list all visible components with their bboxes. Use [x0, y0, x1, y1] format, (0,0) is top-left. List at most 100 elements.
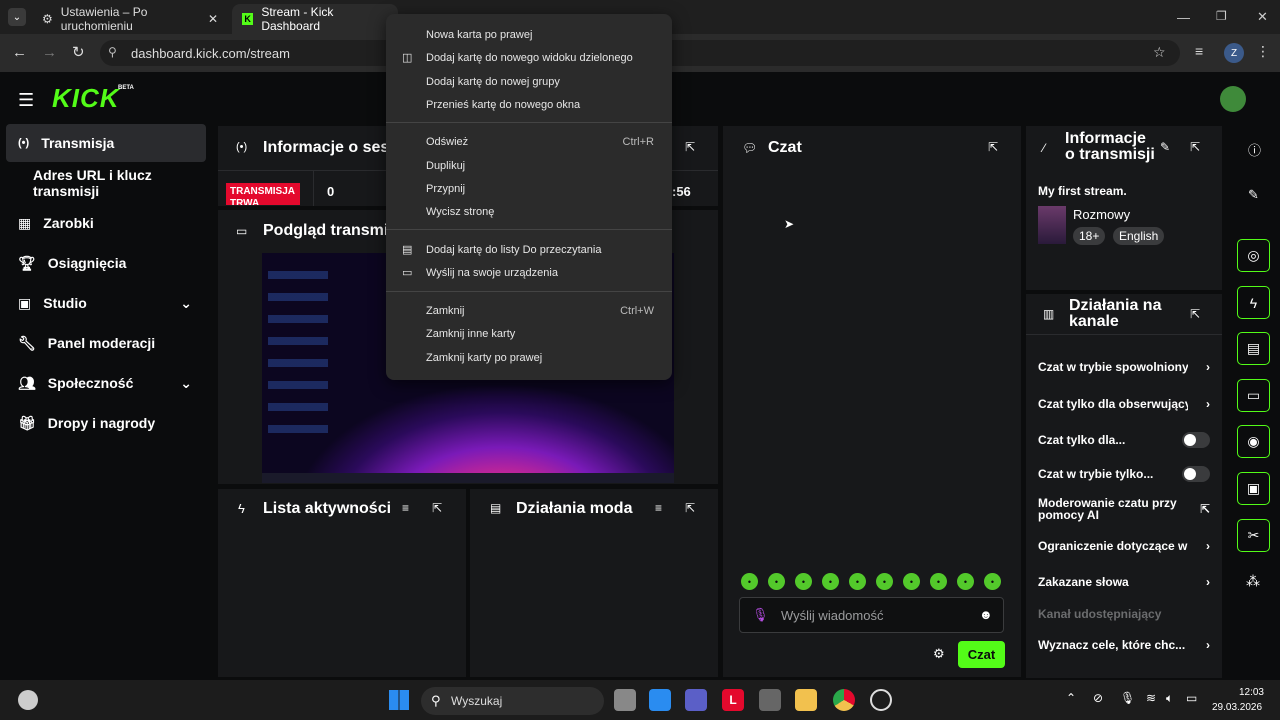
kick-logo[interactable]: KICK	[52, 83, 120, 114]
chat-input[interactable]: 🎙︎ Wyślij wiadomość ☻	[739, 597, 1004, 633]
send-chat-button[interactable]: Czat	[958, 641, 1005, 668]
document-icon[interactable]: ▤	[1237, 332, 1270, 365]
file-explorer-icon[interactable]	[795, 689, 817, 711]
user-avatar[interactable]	[1220, 86, 1246, 112]
tab-search-chevron-icon[interactable]: ⌄	[8, 8, 26, 26]
menu-item-move-to-window[interactable]: Przenieś kartę do nowego okna	[386, 93, 672, 116]
ai-moderation-row[interactable]: Moderowanie czatu przy pomocy AI ⇱	[1038, 496, 1210, 522]
emoji-icon[interactable]: ☻	[979, 607, 993, 622]
emote-icon[interactable]: •	[741, 573, 758, 590]
weather-icon[interactable]	[18, 690, 38, 710]
filter-icon[interactable]: ≡	[402, 501, 409, 515]
nav-item-stream-url-key[interactable]: Adres URL i klucz transmisji	[6, 164, 206, 202]
nav-item-panel-moderacji[interactable]: 🔧︎ Panel moderacji	[6, 324, 206, 362]
forward-arrow-icon[interactable]: →	[42, 44, 57, 61]
wrench-icon[interactable]: ✂	[1237, 519, 1270, 552]
menu-item-reload[interactable]: Odśwież Ctrl+R	[386, 130, 672, 153]
popout-icon[interactable]: ⇱	[1190, 307, 1200, 321]
nav-item-dropy[interactable]: 🎁︎ Dropy i nagrody	[6, 404, 206, 442]
maximize-icon[interactable]: ❐	[1216, 9, 1227, 23]
nav-item-transmisja[interactable]: (•) Transmisja	[6, 124, 206, 162]
menu-item-pin[interactable]: Przypnij	[386, 177, 672, 200]
edit-pencil-icon[interactable]: ✎	[1160, 140, 1170, 154]
info-icon[interactable]: ⓘ	[1248, 140, 1261, 159]
popout-icon[interactable]: ⇱	[685, 140, 695, 154]
back-arrow-icon[interactable]: ←	[12, 44, 27, 61]
tab-kick-dashboard[interactable]: K Stream - Kick Dashboard	[232, 4, 398, 34]
nav-item-osiagniecia[interactable]: 🏆︎ Osiągnięcia	[6, 244, 206, 282]
filter-icon[interactable]: ≡	[655, 501, 662, 515]
emote-icon[interactable]: •	[903, 573, 920, 590]
emote-icon[interactable]: •	[795, 573, 812, 590]
close-icon[interactable]: ✕	[208, 12, 218, 26]
chevron-up-icon[interactable]: ⌃	[1066, 691, 1076, 705]
menu-item-new-group[interactable]: Dodaj kartę do nowej grupy	[386, 70, 672, 93]
network-off-icon[interactable]: ⊘	[1093, 691, 1103, 705]
emote-icon[interactable]: •	[930, 573, 947, 590]
goals-row[interactable]: Wyznacz cele, które chc... ›	[1038, 638, 1210, 652]
restriction-row[interactable]: Ograniczenie dotyczące wi ›	[1038, 539, 1210, 553]
banned-words-row[interactable]: Zakazane słowa ›	[1038, 575, 1210, 589]
windows-start-icon[interactable]	[389, 690, 409, 710]
teams-icon[interactable]	[685, 689, 707, 711]
emote-icon[interactable]: •	[768, 573, 785, 590]
menu-item-close-right[interactable]: Zamknij karty po prawej	[386, 346, 672, 369]
edit-pencil-icon[interactable]: ✎	[1248, 187, 1259, 203]
nav-item-studio[interactable]: ▣ Studio ⌄	[6, 284, 206, 322]
profile-avatar[interactable]: Z	[1224, 43, 1244, 63]
tab-settings[interactable]: ⚙ Ustawienia – Po uruchomieniu ✕	[32, 4, 228, 34]
reload-icon[interactable]: ↻	[72, 43, 85, 61]
clock-date[interactable]: 29.03.2026	[1212, 702, 1262, 713]
popout-icon[interactable]: ⇱	[432, 501, 442, 515]
menu-item-split-view[interactable]: ◫ Dodaj kartę do nowego widoku dzielonego	[386, 46, 672, 69]
video-icon[interactable]: ▣	[1237, 472, 1270, 505]
broadcast-icon[interactable]: ◉	[1237, 425, 1270, 458]
menu-item-send-to-devices[interactable]: ▭ Wyślij na swoje urządzenia	[386, 261, 672, 284]
bookmark-star-icon[interactable]: ☆	[1153, 44, 1166, 61]
popout-icon[interactable]: ⇱	[685, 501, 695, 515]
site-info-icon[interactable]: ⚲	[108, 45, 117, 59]
category-thumbnail[interactable]	[1038, 206, 1066, 244]
wifi-icon[interactable]: ≋	[1146, 691, 1156, 705]
emote-icon[interactable]: •	[876, 573, 893, 590]
battery-icon[interactable]: ▭	[1186, 691, 1197, 705]
obs-icon[interactable]	[870, 689, 892, 711]
popout-icon[interactable]: ⇱	[988, 140, 998, 154]
taskbar-search[interactable]: ⚲ Wyszukaj	[421, 687, 604, 715]
emote-icon[interactable]: •	[822, 573, 839, 590]
media-controls-icon[interactable]: ≡	[1195, 43, 1203, 59]
minimize-icon[interactable]: —	[1177, 10, 1190, 25]
menu-item-new-tab-right[interactable]: Nowa karta po prawej	[386, 23, 672, 46]
menu-item-close[interactable]: Zamknij Ctrl+W	[386, 299, 672, 322]
category-label[interactable]: Rozmowy	[1073, 207, 1130, 222]
menu-item-mute-site[interactable]: Wycisz stronę	[386, 200, 672, 223]
share-icon[interactable]: ⁂	[1246, 573, 1260, 590]
nav-item-zarobki[interactable]: ▦ Zarobki	[6, 204, 206, 242]
lenovo-icon[interactable]: L	[722, 689, 744, 711]
lightning-icon[interactable]: ϟ	[1237, 286, 1270, 319]
menu-item-close-other[interactable]: Zamknij inne karty	[386, 322, 672, 345]
nav-item-spolecznosc[interactable]: 👥︎ Społeczność ⌄	[6, 364, 206, 402]
microphone-icon[interactable]: 🎙︎	[752, 607, 769, 623]
toggle-switch[interactable]	[1182, 466, 1210, 482]
menu-item-reading-list[interactable]: ▤ Dodaj kartę do listy Do przeczytania	[386, 238, 672, 261]
more-menu-icon[interactable]: ⋮	[1256, 43, 1270, 60]
emote-icon[interactable]: •	[849, 573, 866, 590]
popout-icon[interactable]: ⇱	[1190, 140, 1200, 154]
store-icon[interactable]	[649, 689, 671, 711]
emote-icon[interactable]: •	[984, 573, 1001, 590]
camera-widget-icon[interactable]: ◎	[1237, 239, 1270, 272]
emote-icon[interactable]: •	[957, 573, 974, 590]
hamburger-menu-icon[interactable]: ☰	[18, 90, 34, 111]
chat-bubble-icon[interactable]: ▭	[1237, 379, 1270, 412]
toggle-switch[interactable]	[1182, 432, 1210, 448]
task-view-icon[interactable]	[614, 689, 636, 711]
microphone-icon[interactable]: 🎙︎	[1120, 691, 1135, 705]
chrome-icon[interactable]	[833, 689, 855, 711]
window-close-icon[interactable]: ✕	[1257, 9, 1268, 25]
usb-icon[interactable]	[759, 689, 781, 711]
clock-time[interactable]: 12:03	[1226, 687, 1264, 698]
volume-icon[interactable]: 🔈︎	[1166, 691, 1173, 706]
gear-icon[interactable]: ⚙	[933, 646, 945, 662]
followers-only-row[interactable]: Czat tylko dla obserwujących ›	[1038, 397, 1210, 411]
